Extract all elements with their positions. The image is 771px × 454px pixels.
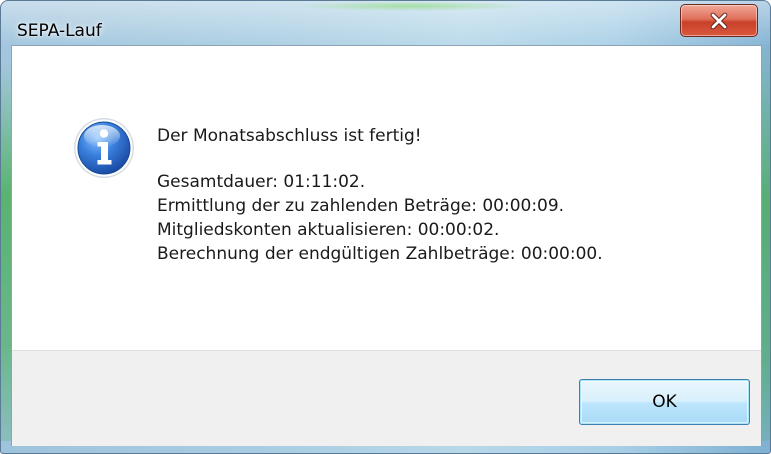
- message-line-total-duration: Gesamtdauer: 01:11:02.: [157, 172, 366, 192]
- dialog-content: Der Monatsabschluss ist fertig! Gesamtda…: [11, 45, 762, 446]
- dialog-window: SEPA-Lauf Der Monatsabschluss ist fertig…: [0, 0, 771, 454]
- message-headline: Der Monatsabschluss ist fertig!: [157, 126, 422, 146]
- information-icon: [74, 118, 134, 178]
- message-text: Der Monatsabschluss ist fertig! Gesamtda…: [157, 124, 603, 266]
- message-line-amount-calculation: Ermittlung der zu zahlenden Beträge: 00:…: [157, 196, 565, 216]
- close-button[interactable]: [680, 4, 758, 37]
- window-title: SEPA-Lauf: [17, 21, 102, 41]
- message-line-final-amounts: Berechnung der endgültigen Zahlbeträge: …: [157, 244, 603, 264]
- glass-edge-left: [1, 61, 11, 441]
- close-icon: [710, 12, 728, 29]
- glass-highlight: [291, 1, 531, 11]
- ok-button[interactable]: OK: [579, 379, 750, 425]
- button-bar: OK: [12, 350, 761, 446]
- message-line-member-accounts: Mitgliedskonten aktualisieren: 00:00:02.: [157, 220, 500, 240]
